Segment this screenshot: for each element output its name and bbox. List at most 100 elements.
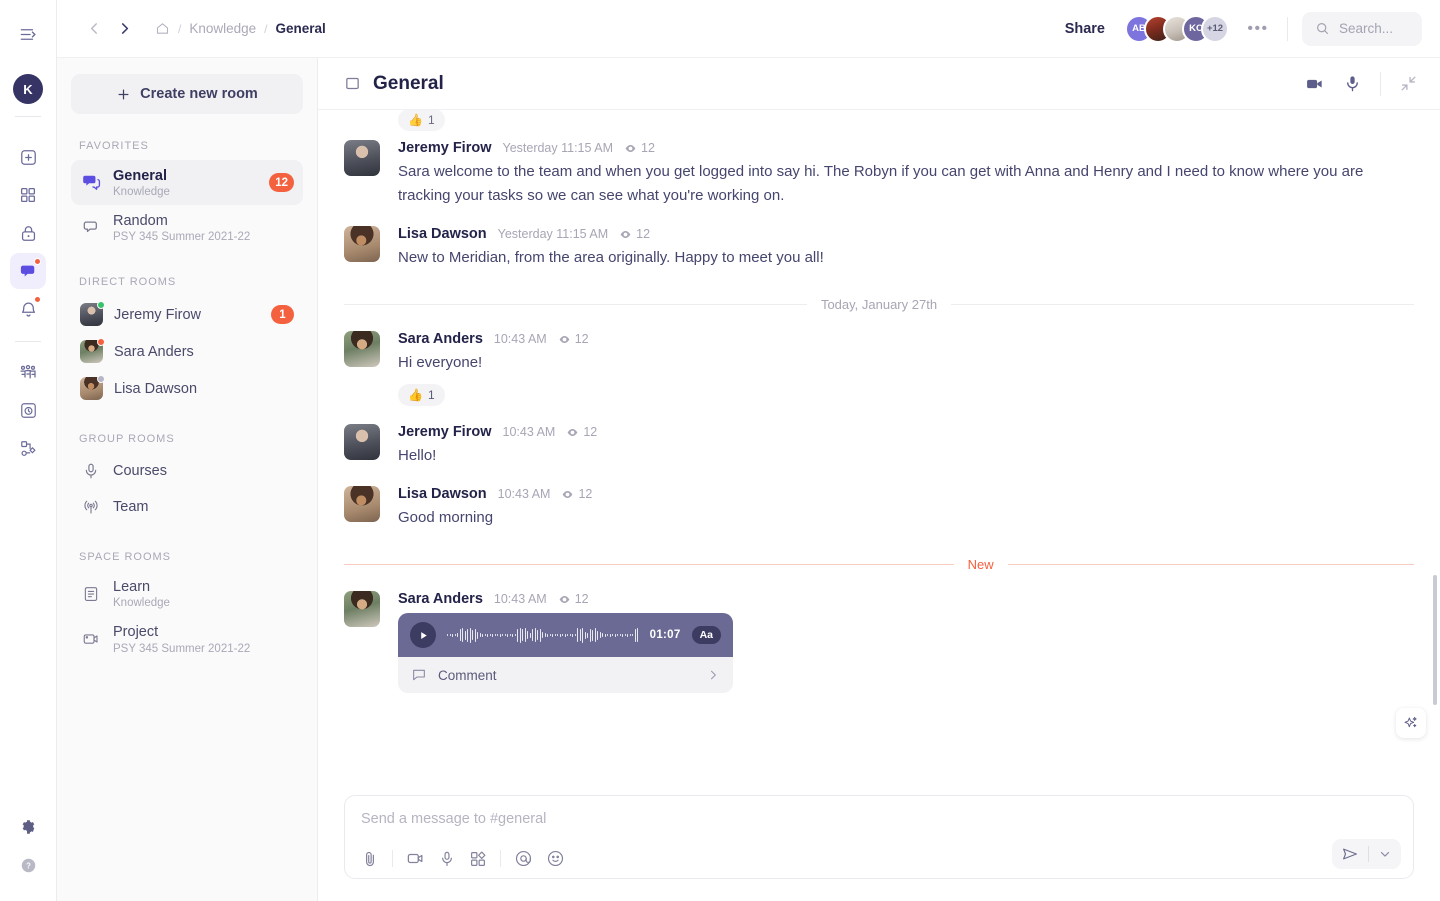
waveform-bar [460,629,461,641]
menu-expand-icon[interactable] [10,16,46,52]
chat-unread-dot [34,258,41,265]
sidebar-item-name: Courses [113,462,294,480]
chat-icon[interactable] [10,253,46,289]
waveform-bar [565,634,566,637]
sidebar-item-lisa-dawson[interactable]: Lisa Dawson [71,370,303,407]
message-scrollbar[interactable] [1433,575,1437,705]
sidebar-item-name: Project [113,623,294,641]
message-item[interactable]: Lisa Dawson Yesterday 11:15 AM 12 New to… [344,217,1414,279]
video-camera-icon[interactable] [1305,74,1325,94]
sidebar-item-team[interactable]: Team [71,489,303,525]
message-text: Hello! [398,444,1414,468]
emoji-button[interactable] [546,849,565,868]
avatar-image [344,591,380,627]
more-options-icon[interactable]: ••• [1243,14,1273,44]
message-timestamp: 10:43 AM [503,425,556,439]
sidebar-item-name: Jeremy Firow [114,306,260,324]
message-item[interactable]: Lisa Dawson 10:43 AM 12 Good morning [344,477,1414,539]
avatar[interactable] [344,140,380,176]
sidebar-item-courses[interactable]: Courses [71,453,303,489]
waveform-bar [570,634,571,636]
send-controls[interactable] [1332,839,1401,869]
message-item[interactable]: Jeremy Firow Yesterday 11:15 AM 12 Sara … [344,131,1414,217]
avatar[interactable] [344,226,380,262]
create-new-room-button[interactable]: Create new room [71,74,303,114]
breadcrumb-item-general[interactable]: General [276,21,326,36]
reaction-chip[interactable]: 👍 1 [398,384,445,406]
avatar-overflow-count[interactable]: +12 [1201,15,1229,43]
partial-reaction-chip[interactable]: 👍 1 [398,110,1414,131]
waveform-bar [607,634,608,636]
message-header: Lisa Dawson 10:43 AM 12 [398,486,1414,502]
record-video-button[interactable] [406,849,425,868]
waveform-bar [467,629,468,642]
attach-file-button[interactable] [361,850,379,868]
nav-forward-icon[interactable] [109,14,139,44]
search-placeholder: Search... [1339,21,1393,36]
record-audio-button[interactable] [438,850,456,868]
section-title-favorites: FAVORITES [79,140,303,152]
message-input[interactable]: Send a message to #general [361,811,1397,833]
comment-row[interactable]: Comment [398,657,733,693]
paperclip-icon [361,850,379,868]
avatar[interactable] [344,424,380,460]
transcript-button[interactable]: Aa [692,626,721,644]
message-header: Sara Anders 10:43 AM 12 [398,591,1414,607]
message-item[interactable]: Sara Anders 10:43 AM 12 [344,582,1414,702]
history-icon[interactable] [10,392,46,428]
apps-button[interactable] [469,850,487,868]
view-count-value: 12 [575,332,589,346]
member-avatar-stack[interactable]: AB KC +12 [1125,15,1229,43]
ai-assistant-button[interactable] [1396,708,1426,738]
reaction-chip[interactable]: 👍 1 [398,110,445,131]
waveform-bar [475,629,476,642]
sidebar-item-learn[interactable]: Learn Knowledge [71,571,303,616]
sidebar-item-random[interactable]: Random PSY 345 Summer 2021-22 [71,205,303,250]
workflow-icon[interactable] [10,430,46,466]
audio-waveform[interactable] [447,625,639,645]
people-icon[interactable] [10,354,46,390]
sidebar-item-text: Learn Knowledge [113,578,294,609]
message-list[interactable]: 👍 1 Jeremy Firow Yesterday 11:15 AM [318,110,1440,795]
help-icon[interactable]: ? [10,847,46,883]
message-timestamp: Yesterday 11:15 AM [503,141,614,155]
waveform-bar [500,634,501,637]
eye-icon [624,142,637,155]
sidebar-item-general[interactable]: General Knowledge 12 [71,160,303,205]
search-input[interactable]: Search... [1302,12,1422,46]
composer-divider-2 [500,850,501,867]
waveform-bar [580,629,581,641]
breadcrumb-item-knowledge[interactable]: Knowledge [189,21,256,36]
sidebar-item-jeremy-firow[interactable]: Jeremy Firow 1 [71,296,303,333]
share-button[interactable]: Share [1059,17,1111,41]
more-options-label: ••• [1247,20,1268,38]
add-icon[interactable] [10,139,46,175]
avatar[interactable] [344,486,380,522]
message-item[interactable]: Sara Anders 10:43 AM 12 Hi everyone! 👍 [344,322,1414,415]
audio-message-card[interactable]: 01:07 Aa Comment [398,613,733,693]
play-icon[interactable] [410,622,436,648]
sidebar-item-project[interactable]: Project PSY 345 Summer 2021-22 [71,616,303,661]
document-icon [80,583,102,605]
apps-icon[interactable] [10,177,46,213]
vault-lock-icon[interactable] [10,215,46,251]
microphone-icon[interactable] [1343,74,1362,93]
home-icon[interactable] [155,21,170,36]
sidebar-item-sara-anders[interactable]: Sara Anders [71,333,303,370]
smiley-icon [546,849,565,868]
avatar[interactable] [344,591,380,627]
presence-dot [97,375,105,383]
user-avatar[interactable]: K [13,74,43,104]
message-item[interactable]: Jeremy Firow 10:43 AM 12 Hello! [344,415,1414,477]
avatar[interactable] [344,331,380,367]
mention-button[interactable] [514,849,533,868]
message-author: Sara Anders [398,331,483,347]
message-composer[interactable]: Send a message to #general [344,795,1414,879]
collapse-icon[interactable] [1399,74,1418,93]
waveform-bar [480,633,481,637]
message-header: Lisa Dawson Yesterday 11:15 AM 12 [398,226,1414,242]
sidebar-item-name: Team [113,498,294,516]
nav-back-icon[interactable] [79,14,109,44]
notifications-icon[interactable] [10,291,46,327]
settings-icon[interactable] [10,809,46,845]
